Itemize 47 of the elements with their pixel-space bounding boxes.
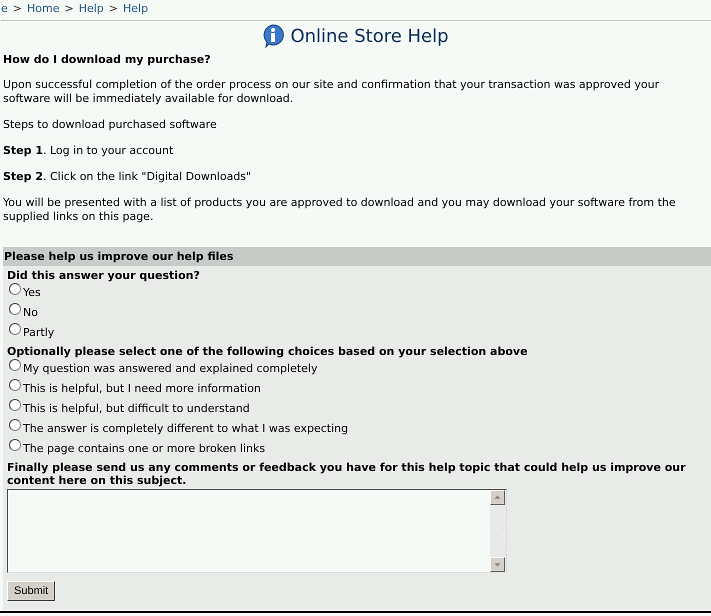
radio-button[interactable] xyxy=(9,439,21,451)
article-paragraph: Step 1. Log in to your account xyxy=(3,144,174,158)
answer-option[interactable]: No xyxy=(3,302,711,322)
article-paragraph: Upon successful completion of the order process on our site and confirmation that your transaction was approved your software will be immediately available for download. xyxy=(3,78,660,106)
scroll-down-icon[interactable] xyxy=(490,557,505,572)
comments-prompt: Finally please send us any comments or feedback you have for this help topic that could help us improve our content here on this subject. xyxy=(6,460,687,487)
choice-option[interactable]: This is helpful, but difficult to understand xyxy=(3,398,711,418)
radio-button[interactable] xyxy=(9,379,21,391)
breadcrumb-link[interactable]: Help xyxy=(123,2,148,14)
breadcrumb-separator: > xyxy=(64,2,74,14)
radio-button[interactable] xyxy=(9,283,21,295)
info-icon xyxy=(262,24,284,48)
scroll-up-icon[interactable] xyxy=(490,490,505,505)
article-paragraph: Step 2. Click on the link "Digital Downloads" xyxy=(3,170,252,184)
radio-button[interactable] xyxy=(9,419,21,431)
article-question: How do I download my purchase? xyxy=(3,53,212,66)
choice-option[interactable]: My question was answered and explained completely xyxy=(3,358,711,378)
choice-option[interactable]: This is helpful, but I need more information xyxy=(3,378,711,398)
page-title: Online Store Help xyxy=(290,26,449,46)
answer-option[interactable]: Yes xyxy=(3,282,711,302)
breadcrumb-link[interactable]: e xyxy=(1,2,8,14)
option-label: The answer is completely different to what I was expecting xyxy=(23,422,348,434)
breadcrumb-link[interactable]: Help xyxy=(78,2,104,14)
breadcrumb-link[interactable]: Home xyxy=(27,2,60,14)
breadcrumb-separator: > xyxy=(12,2,22,14)
comments-field[interactable] xyxy=(7,489,507,573)
article-paragraph: You will be presented with a list of products you are approved to download and you may download your software from the supplied links on this page. xyxy=(3,196,677,224)
option-label: No xyxy=(23,306,38,318)
option-label: This is helpful, but I need more information xyxy=(23,382,261,394)
choice-option[interactable]: The answer is completely different to what I was expecting xyxy=(3,418,711,438)
choice-option[interactable]: The page contains one or more broken links xyxy=(3,438,711,458)
article-paragraph: Steps to download purchased software xyxy=(3,118,218,132)
radio-button[interactable] xyxy=(9,323,21,335)
radio-button[interactable] xyxy=(9,359,21,371)
answer-option[interactable]: Partly xyxy=(3,322,711,342)
submit-button[interactable]: Submit xyxy=(7,581,56,601)
option-label: Partly xyxy=(23,326,54,338)
feedback-heading: Please help us improve our help files xyxy=(3,247,711,266)
option-label: My question was answered and explained completely xyxy=(23,362,318,374)
option-label: This is helpful, but difficult to understand xyxy=(23,402,250,414)
radio-button[interactable] xyxy=(9,399,21,411)
option-label: Yes xyxy=(23,286,41,298)
choices-prompt: Optionally please select one of the following choices based on your selection above xyxy=(6,344,529,358)
question-prompt: Did this answer your question? xyxy=(6,268,201,282)
breadcrumb-separator: > xyxy=(108,2,118,14)
option-label: The page contains one or more broken links xyxy=(23,442,266,454)
radio-button[interactable] xyxy=(9,303,21,315)
